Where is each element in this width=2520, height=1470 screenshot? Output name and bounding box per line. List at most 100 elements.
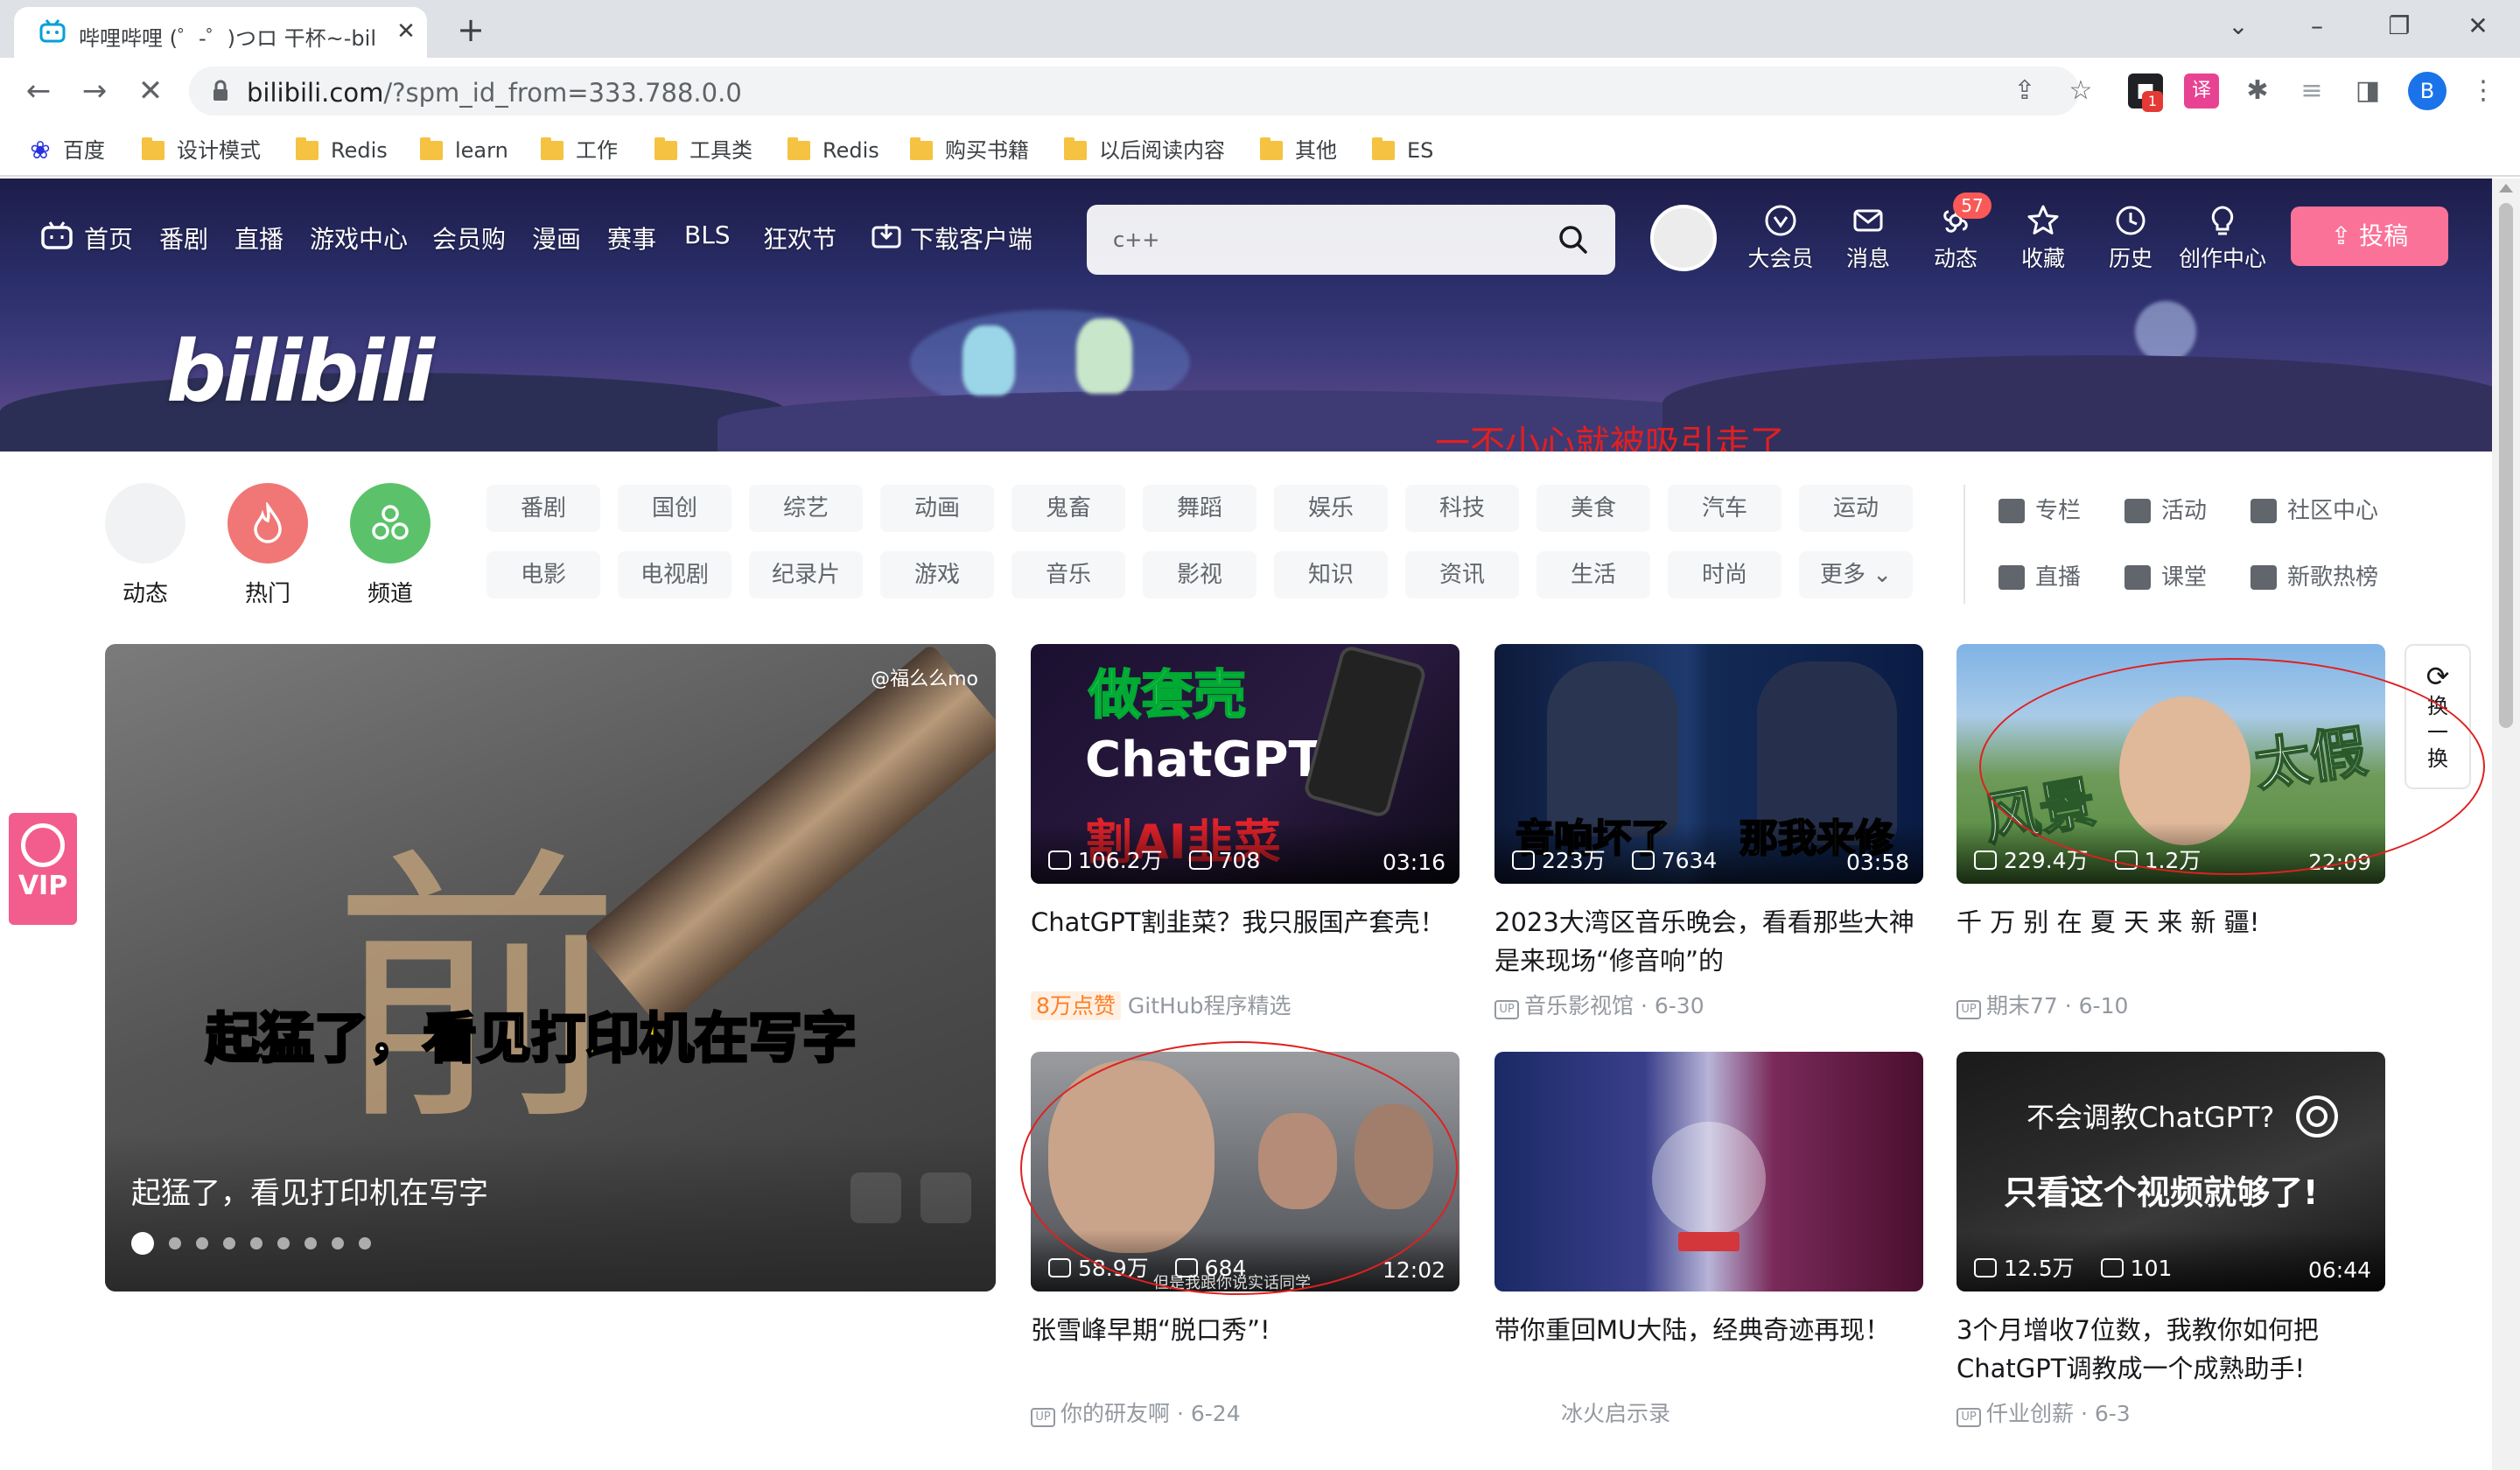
nav-home[interactable]: 首页 <box>84 220 133 256</box>
back-icon[interactable]: ← <box>18 70 60 112</box>
channel-knowledge[interactable]: 知识 <box>1274 551 1388 598</box>
video-author[interactable]: 仟业创薪 <box>1986 1401 2074 1426</box>
header-creator-center[interactable]: 创作中心 <box>2179 203 2266 273</box>
extensions-puzzle-icon[interactable]: ✱ <box>2240 74 2275 108</box>
channel-game[interactable]: 游戏 <box>880 551 994 598</box>
nav-game-center[interactable]: 游戏中心 <box>310 220 408 256</box>
carousel-dot[interactable] <box>223 1237 235 1250</box>
video-card[interactable]: 做套壳 ChatGPT 割AI韭菜 106.2万708 03:16 ChatGP… <box>1031 644 1460 1020</box>
carousel-dot[interactable] <box>359 1237 371 1250</box>
video-title[interactable]: 带你重回MU大陆，经典奇迹再现！ <box>1494 1311 1923 1388</box>
forward-icon[interactable]: → <box>74 70 116 112</box>
video-author[interactable]: 期末77 <box>1986 993 2058 1018</box>
vip-float-widget[interactable]: VIP <box>9 813 77 925</box>
video-card-ad[interactable]: 带你重回MU大陆，经典奇迹再现！ 冰火启示录 <box>1494 1052 1923 1428</box>
video-author[interactable]: 你的研友啊 <box>1060 1401 1170 1426</box>
minimize-icon[interactable]: – <box>2289 7 2345 46</box>
channel-tv[interactable]: 电视剧 <box>618 551 732 598</box>
bilibili-logo[interactable]: bilibili <box>166 323 435 421</box>
channel-car[interactable]: 汽车 <box>1668 485 1782 532</box>
featured-carousel[interactable]: 前 @福么么mo 起猛了，看见打印机在写字 起猛了，看见打印机在写字 <box>105 644 996 1292</box>
scroll-up-icon[interactable] <box>2499 184 2513 192</box>
channel-animation[interactable]: 动画 <box>880 485 994 532</box>
channel-documentary[interactable]: 纪录片 <box>749 551 863 598</box>
side-link-live[interactable]: 直播 <box>1998 560 2081 595</box>
new-tab-button[interactable]: + <box>448 10 494 49</box>
profile-avatar[interactable]: B <box>2408 72 2446 110</box>
nav-download-client[interactable]: 下载客户端 <box>910 220 1032 256</box>
carousel-prev-button[interactable] <box>850 1172 901 1223</box>
bookmark-folder[interactable]: 工具类 <box>653 133 752 168</box>
video-author[interactable]: GitHub程序精选 <box>1128 993 1292 1018</box>
video-title[interactable]: 张雪峰早期“脱口秀”! <box>1031 1311 1460 1388</box>
share-icon[interactable]: ⇪ <box>2009 75 2040 107</box>
video-thumbnail[interactable]: 做套壳 ChatGPT 割AI韭菜 106.2万708 03:16 <box>1031 644 1460 884</box>
channel-movie[interactable]: 电影 <box>486 551 600 598</box>
channel-sports[interactable]: 运动 <box>1799 485 1913 532</box>
video-card[interactable]: 不会调教ChatGPT? 只看这个视频就够了! 12.5万 101 06:44 3… <box>1956 1052 2385 1428</box>
bookmark-folder[interactable]: 其他 <box>1258 133 1337 168</box>
video-title[interactable]: ChatGPT割韭菜？我只服国产套壳！ <box>1031 903 1460 980</box>
header-favorites[interactable]: 收藏 <box>2004 203 2082 273</box>
bookmark-folder[interactable]: 以后阅读内容 <box>1062 133 1225 168</box>
bookmark-folder[interactable]: ES <box>1370 133 1433 168</box>
channel-kichiku[interactable]: 鬼畜 <box>1012 485 1125 532</box>
nav-bls[interactable]: BLS <box>684 220 731 249</box>
search-icon[interactable] <box>1556 222 1591 257</box>
search-input[interactable]: c++ <box>1087 205 1615 275</box>
translate-extension-icon[interactable]: 译 <box>2184 74 2219 108</box>
bookmark-folder[interactable]: Redis <box>294 133 388 168</box>
lock-icon[interactable] <box>208 79 233 103</box>
side-panel-icon[interactable]: ◨ <box>2350 74 2385 108</box>
channel-entertainment[interactable]: 娱乐 <box>1274 485 1388 532</box>
side-link-new-songs[interactable]: 新歌热榜 <box>2250 560 2378 595</box>
channel-news[interactable]: 资讯 <box>1405 551 1519 598</box>
bookmark-folder[interactable]: Redis <box>786 133 879 168</box>
window-close-icon[interactable]: ✕ <box>2450 7 2506 46</box>
video-title[interactable]: 3个月增收7位数，我教你如何把ChatGPT调教成一个成熟助手! <box>1956 1311 2385 1388</box>
nav-mall[interactable]: 会员购 <box>432 220 506 256</box>
carousel-dot[interactable] <box>332 1237 344 1250</box>
channel-more[interactable]: 更多 ⌄ <box>1799 551 1913 598</box>
channel-music[interactable]: 音乐 <box>1012 551 1125 598</box>
nav-esports[interactable]: 赛事 <box>607 220 656 256</box>
side-link-course[interactable]: 课堂 <box>2124 560 2207 595</box>
side-link-community[interactable]: 社区中心 <box>2250 494 2378 528</box>
upload-button[interactable]: ⇪ 投稿 <box>2291 206 2448 266</box>
scrollbar-thumb[interactable] <box>2499 203 2513 728</box>
channel-fashion[interactable]: 时尚 <box>1668 551 1782 598</box>
header-messages[interactable]: 消息 <box>1829 203 1908 273</box>
restore-icon[interactable]: ❐ <box>2371 7 2427 46</box>
tab-close-icon[interactable]: ✕ <box>392 18 420 46</box>
video-title[interactable]: 2023大湾区音乐晚会，看看那些大神是来现场“修音响”的 <box>1494 903 1923 980</box>
bookmark-folder[interactable]: learn <box>418 133 508 168</box>
video-title[interactable]: 千 万 别 在 夏 天 来 新 疆! <box>1956 903 2385 980</box>
side-link-activity[interactable]: 活动 <box>2124 494 2207 528</box>
channel-tech[interactable]: 科技 <box>1405 485 1519 532</box>
browser-tab[interactable]: 哔哩哔哩 (゜-゜)つロ 干杯~-bilibili ✕ <box>14 7 427 58</box>
nav-festival[interactable]: 狂欢节 <box>763 220 836 256</box>
video-thumbnail[interactable]: 不会调教ChatGPT? 只看这个视频就够了! 12.5万 101 06:44 <box>1956 1052 2385 1292</box>
carousel-caption[interactable]: 起猛了，看见打印机在写字 <box>131 1169 488 1212</box>
tab-search-icon[interactable]: ⌄ <box>2210 7 2266 46</box>
nav-live[interactable]: 直播 <box>234 220 284 256</box>
channel-dance[interactable]: 舞蹈 <box>1143 485 1256 532</box>
channel-life[interactable]: 生活 <box>1536 551 1650 598</box>
quick-nav-dynamic[interactable]: 动态 <box>105 483 186 608</box>
carousel-dot[interactable] <box>169 1237 181 1250</box>
header-history[interactable]: 历史 <box>2091 203 2170 273</box>
carousel-dot[interactable] <box>304 1237 317 1250</box>
video-thumbnail[interactable]: 音响坏了 那我来修 223万7634 03:58 <box>1494 644 1923 884</box>
carousel-next-button[interactable] <box>920 1172 971 1223</box>
nav-manga[interactable]: 漫画 <box>532 220 581 256</box>
address-bar[interactable]: bilibili.com/?spm_id_from=333.788.0.0 ⇪ … <box>189 66 2092 116</box>
bookmark-folder[interactable]: 工作 <box>539 133 618 168</box>
carousel-dot[interactable] <box>277 1237 290 1250</box>
carousel-dot[interactable] <box>131 1232 154 1255</box>
channel-film[interactable]: 影视 <box>1143 551 1256 598</box>
bookmark-baidu[interactable]: ❀ 百度 <box>26 133 105 168</box>
user-avatar[interactable] <box>1650 205 1717 271</box>
channel-food[interactable]: 美食 <box>1536 485 1650 532</box>
bookmark-folder[interactable]: 设计模式 <box>140 133 261 168</box>
quick-nav-hot[interactable]: 热门 <box>228 483 308 608</box>
